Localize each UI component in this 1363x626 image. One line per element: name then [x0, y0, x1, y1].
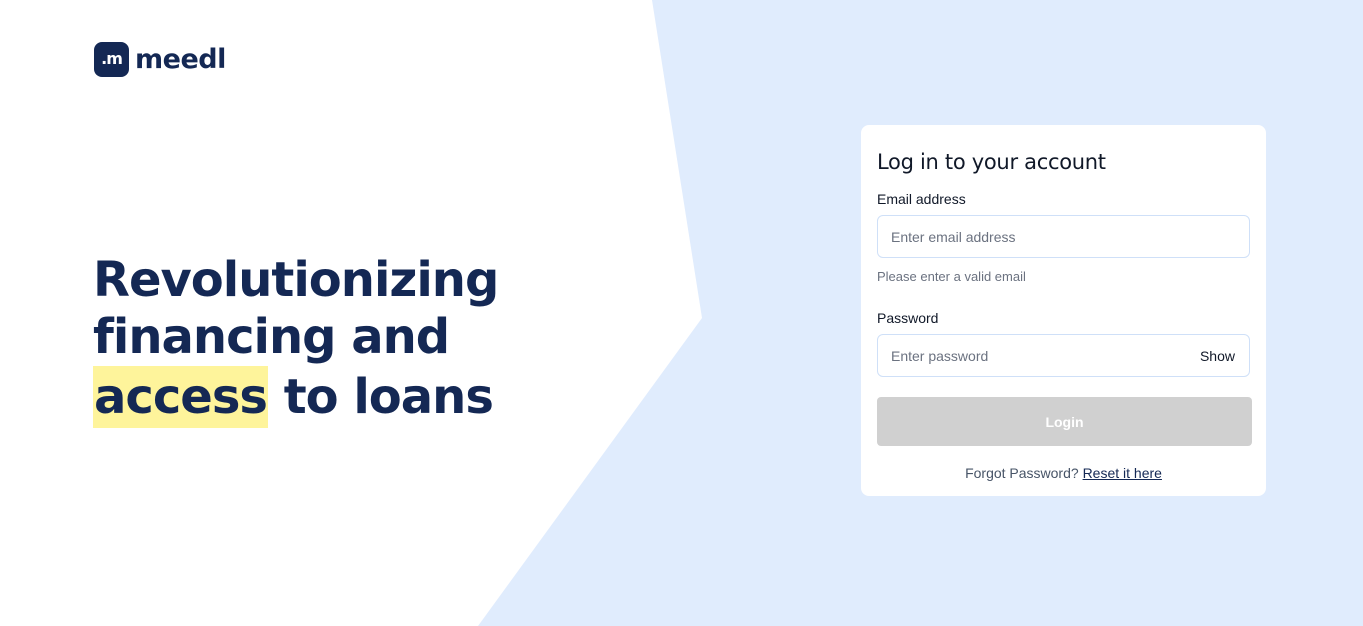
email-hint: Please enter a valid email — [877, 269, 1026, 284]
password-field-wrapper: Show — [877, 334, 1250, 377]
brand-name: meedl — [135, 44, 226, 75]
email-field-wrapper — [877, 215, 1250, 258]
hero-line-3-rest: to loans — [268, 369, 494, 425]
email-input[interactable] — [878, 216, 1249, 257]
hero-line-2: financing and — [93, 309, 450, 365]
hero-highlight: access — [93, 366, 268, 428]
show-password-toggle[interactable]: Show — [1200, 335, 1235, 376]
hero-line-3: access to loans — [93, 366, 498, 428]
forgot-password-row: Forgot Password? Reset it here — [877, 465, 1250, 481]
login-title: Log in to your account — [877, 150, 1106, 174]
hero-heading: Revolutionizing financing and access to … — [93, 252, 499, 428]
hero-line-1: Revolutionizing — [93, 252, 499, 308]
brand-logo[interactable]: .m meedl — [94, 42, 226, 77]
reset-password-link[interactable]: Reset it here — [1083, 465, 1162, 481]
password-input[interactable] — [878, 335, 1249, 376]
login-page: .m meedl Revolutionizing financing and a… — [0, 0, 1363, 626]
login-button[interactable]: Login — [877, 397, 1252, 446]
forgot-password-text: Forgot Password? — [965, 465, 1079, 481]
email-label: Email address — [877, 191, 966, 207]
logo-mark-icon: .m — [94, 42, 129, 77]
login-card: Log in to your account Email address Ple… — [861, 125, 1266, 496]
password-label: Password — [877, 310, 939, 326]
